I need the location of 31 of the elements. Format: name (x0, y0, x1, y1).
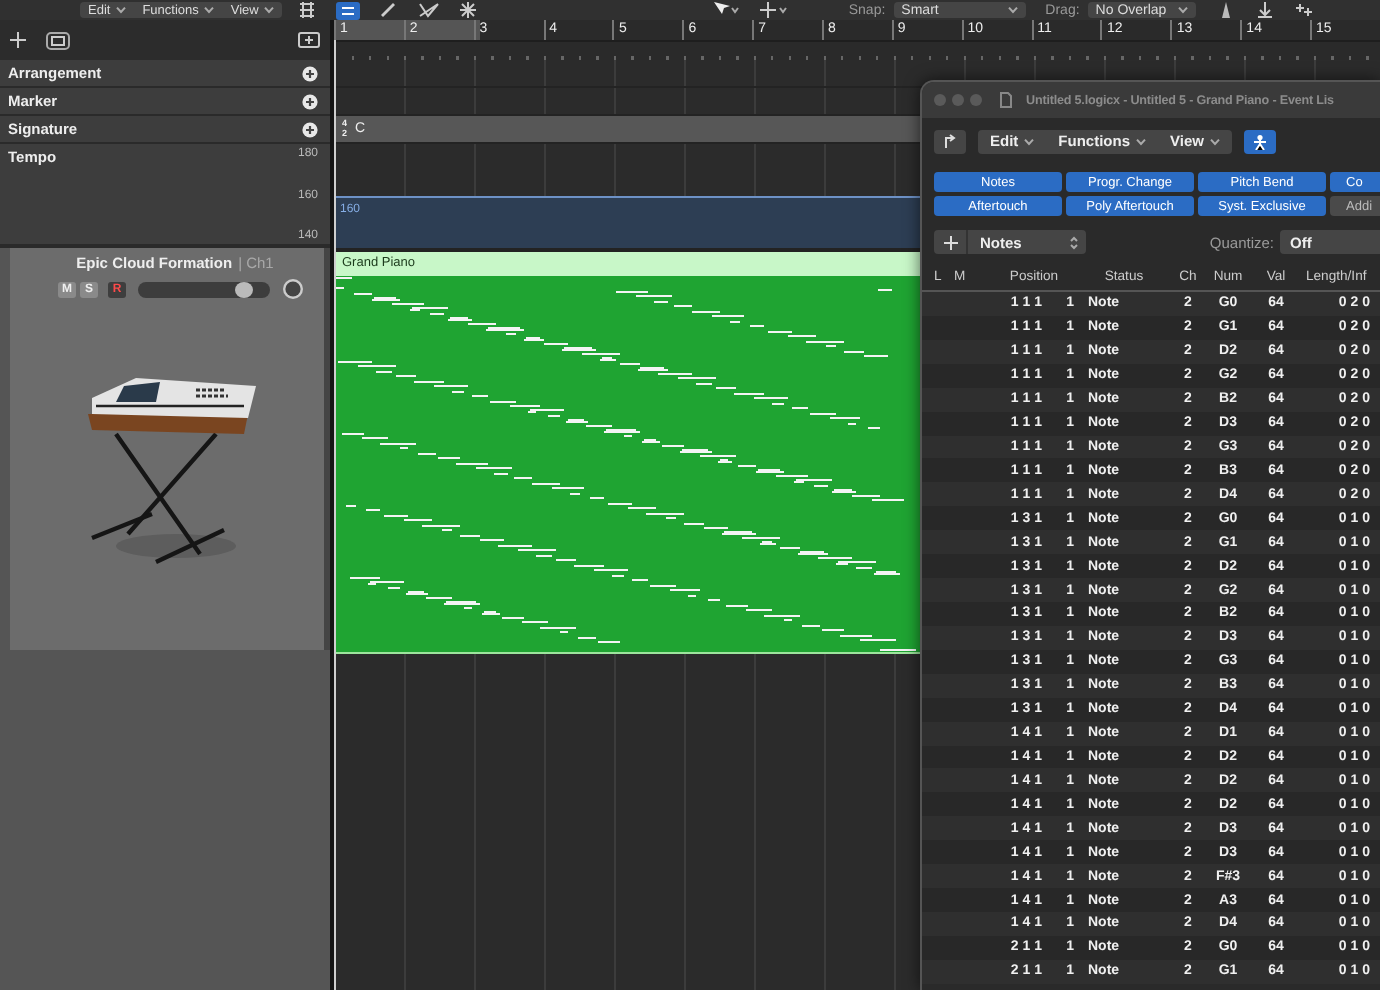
burst-icon[interactable] (460, 2, 477, 18)
add-event-button[interactable] (934, 230, 966, 254)
volume-slider[interactable] (138, 281, 270, 297)
back-button[interactable] (934, 129, 966, 153)
add-icon[interactable] (302, 65, 318, 81)
download-icon[interactable] (1256, 2, 1275, 18)
chevron-icon (264, 6, 275, 14)
updown-icon (1070, 235, 1078, 249)
duplicate-icon[interactable] (46, 31, 70, 49)
add-icon[interactable] (302, 93, 318, 109)
midi-filter-button[interactable] (1243, 129, 1276, 153)
chevron-icon (1024, 137, 1035, 145)
return-arrow-icon (942, 133, 958, 149)
add-icon[interactable] (302, 121, 318, 137)
add-icon (943, 235, 957, 249)
grid-icon[interactable] (298, 2, 317, 18)
chevron-icon (204, 6, 215, 14)
chevron-icon (1209, 137, 1220, 145)
chevron-icon (1178, 6, 1189, 14)
volume-thumb[interactable] (234, 281, 253, 297)
add-track-icon[interactable] (298, 32, 320, 48)
pencil-icon[interactable] (380, 2, 399, 18)
pan-knob-icon[interactable] (282, 278, 304, 300)
pointer-icon[interactable] (712, 2, 741, 18)
chevron-icon (1136, 137, 1147, 145)
crosshair-icon[interactable] (760, 2, 789, 18)
chevron-icon (1007, 6, 1018, 14)
list-icon[interactable] (336, 1, 361, 19)
document-icon (1000, 92, 1012, 108)
chevron-icon (116, 6, 127, 14)
figure-icon (1251, 133, 1268, 149)
